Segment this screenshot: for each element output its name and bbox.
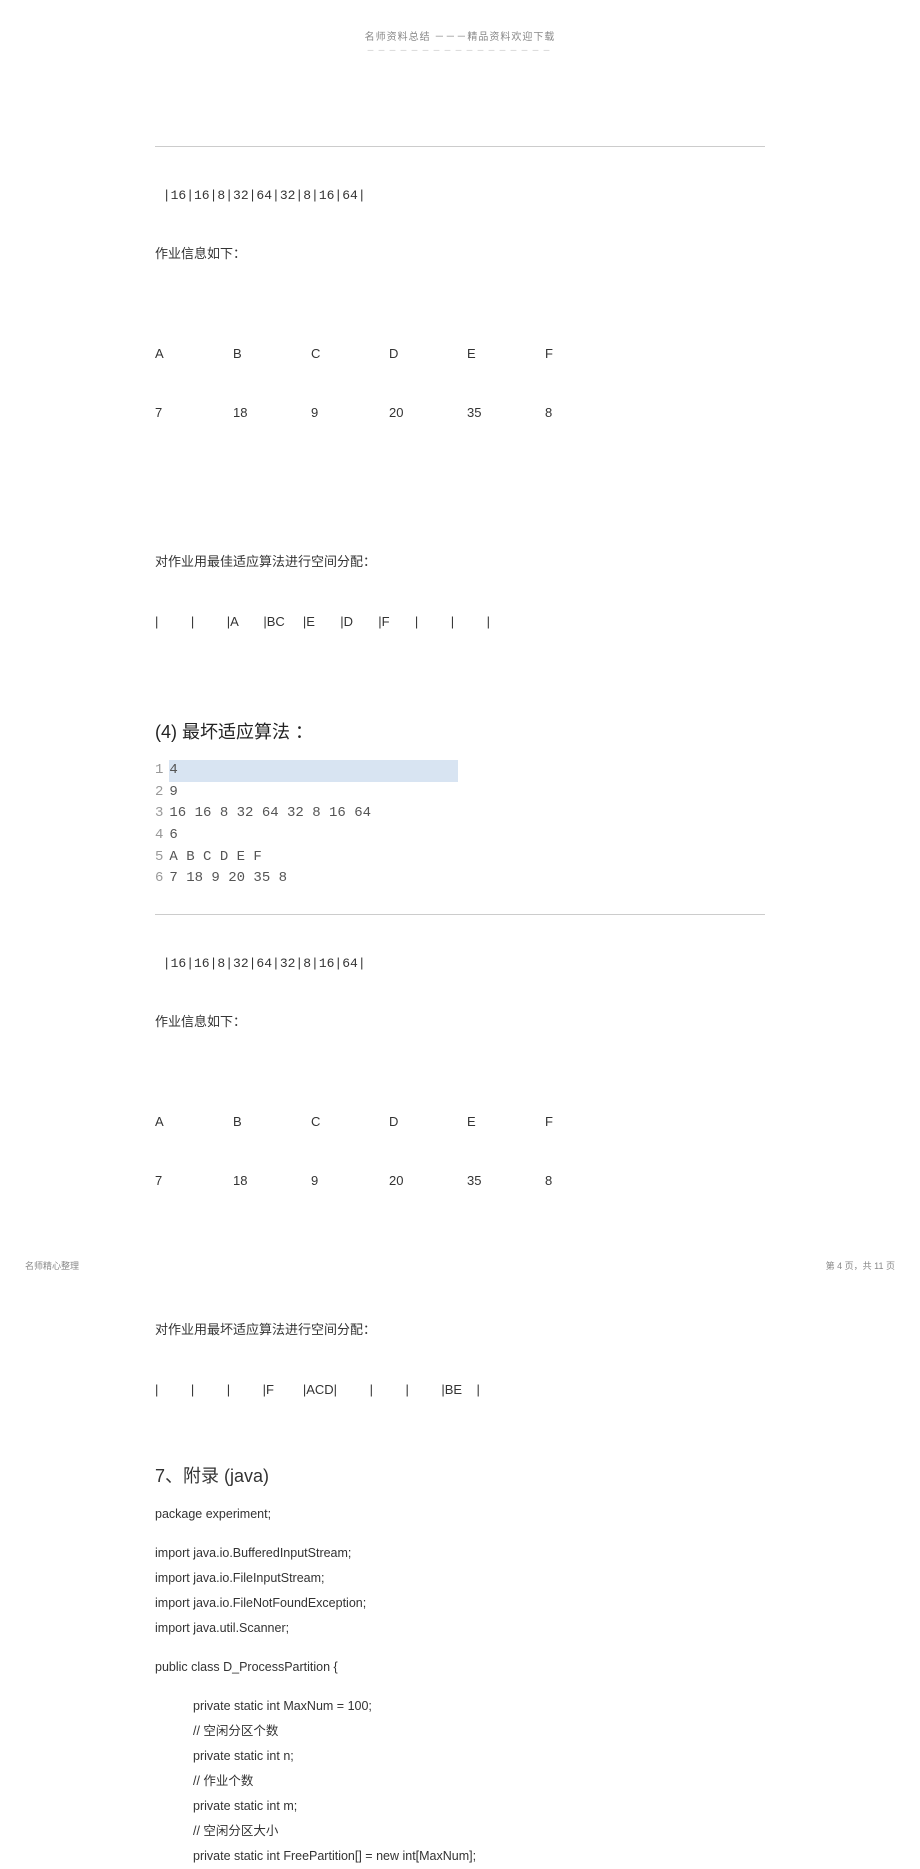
code-line: import java.io.FileNotFoundException; [155, 1591, 765, 1616]
line-number: 5 [155, 849, 163, 865]
code-line: private static int FreePartition[] = new… [155, 1844, 765, 1869]
code-line: // 空闲分区大小 [155, 1819, 765, 1844]
jobs-header: 作业信息如下： [155, 245, 765, 265]
job-value: 35 [467, 403, 545, 423]
page-content: |16|16|8|32|64|32|8|16|64| 作业信息如下： A B C… [0, 56, 920, 1869]
jobs-header: 作业信息如下： [155, 1013, 765, 1033]
page-header: 名师资料总结 －－－精品资料欢迎下载 －－－－－－－－－－－－－－－－－ [0, 0, 920, 56]
job-label: C [311, 344, 389, 364]
code-line: // 作业个数 [155, 1769, 765, 1794]
job-label: F [545, 1112, 623, 1132]
job-label: C [311, 1112, 389, 1132]
code-line: import java.io.FileInputStream; [155, 1566, 765, 1591]
job-label: E [467, 344, 545, 364]
alloc-header: 对作业用最佳适应算法进行空间分配： [155, 553, 765, 573]
footer-right: 第 4 页，共 11 页 [826, 1259, 895, 1272]
line-number: 6 [155, 870, 163, 886]
line-number: 4 [155, 827, 163, 843]
line-number: 2 [155, 784, 163, 800]
worst-fit-block: |16|16|8|32|64|32|8|16|64| 作业信息如下： A B C… [155, 914, 765, 1438]
alloc-row: | | | |F |ACD| | | |BE | [155, 1380, 765, 1400]
code-line: private static int m; [155, 1794, 765, 1819]
code-line: // 空闲分区个数 [155, 1719, 765, 1744]
input-line: 14 [155, 760, 765, 782]
line-text: 4 [169, 760, 457, 782]
code-line: package experiment; [155, 1502, 765, 1527]
code-line: import java.util.Scanner; [155, 1616, 765, 1641]
partition-line: |16|16|8|32|64|32|8|16|64| [155, 954, 765, 974]
job-label: A [155, 1112, 233, 1132]
job-label: A [155, 344, 233, 364]
java-code-block: package experiment; import java.io.Buffe… [155, 1502, 765, 1869]
header-subtitle: －－－－－－－－－－－－－－－－－ [0, 45, 920, 56]
table-row: A B C D E F [155, 344, 765, 364]
alloc-row: | | |A |BC |E |D |F | | | [155, 612, 765, 632]
input-line: 46 [155, 825, 765, 847]
line-number: 3 [155, 805, 163, 821]
job-value: 18 [233, 1171, 311, 1191]
input-line: 3 16 16 8 32 64 32 8 16 64 [155, 803, 765, 825]
header-title: 名师资料总结 －－－精品资料欢迎下载 [0, 28, 920, 43]
job-label: F [545, 344, 623, 364]
job-value: 18 [233, 403, 311, 423]
job-value: 7 [155, 403, 233, 423]
input-line: 29 [155, 782, 765, 804]
code-line: private static int n; [155, 1744, 765, 1769]
input-data-block: 14 29 316 16 8 32 64 32 8 16 64 46 5A B … [155, 760, 765, 890]
code-line: import java.io.BufferedInputStream; [155, 1541, 765, 1566]
code-line: public class D_ProcessPartition { [155, 1655, 765, 1680]
job-label: B [233, 344, 311, 364]
jobs-table: A B C D E F 7 18 9 20 35 8 [155, 305, 765, 461]
job-value: 8 [545, 1171, 623, 1191]
best-fit-block: |16|16|8|32|64|32|8|16|64| 作业信息如下： A B C… [155, 146, 765, 670]
line-text: 16 16 8 32 64 32 8 16 64 [169, 805, 371, 821]
line-text: 9 [169, 784, 177, 800]
partition-line: |16|16|8|32|64|32|8|16|64| [155, 186, 765, 206]
job-value: 8 [545, 403, 623, 423]
line-text: A B C D E F [169, 849, 261, 865]
job-value: 35 [467, 1171, 545, 1191]
input-line: 6 7 18 9 20 35 8 [155, 868, 765, 890]
alloc-header: 对作业用最坏适应算法进行空间分配： [155, 1321, 765, 1341]
job-label: D [389, 344, 467, 364]
job-value: 9 [311, 403, 389, 423]
footer-left: 名师精心整理 [25, 1259, 79, 1272]
job-label: E [467, 1112, 545, 1132]
table-row: 7 18 9 20 35 8 [155, 1171, 765, 1191]
appendix-title: 7、附录 (java) [155, 1462, 765, 1488]
line-number: 1 [155, 762, 163, 778]
job-label: D [389, 1112, 467, 1132]
job-value: 20 [389, 403, 467, 423]
table-row: 7 18 9 20 35 8 [155, 403, 765, 423]
table-row: A B C D E F [155, 1112, 765, 1132]
line-text: 7 18 9 20 35 8 [169, 870, 287, 886]
line-text: 6 [169, 827, 177, 843]
code-line: private static int MaxNum = 100; [155, 1694, 765, 1719]
input-line: 5 A B C D E F [155, 847, 765, 869]
section-4-title: (4) 最坏适应算法 ： [155, 718, 765, 744]
job-value: 20 [389, 1171, 467, 1191]
job-value: 9 [311, 1171, 389, 1191]
jobs-table: A B C D E F 7 18 9 20 35 8 [155, 1073, 765, 1229]
job-value: 7 [155, 1171, 233, 1191]
job-label: B [233, 1112, 311, 1132]
